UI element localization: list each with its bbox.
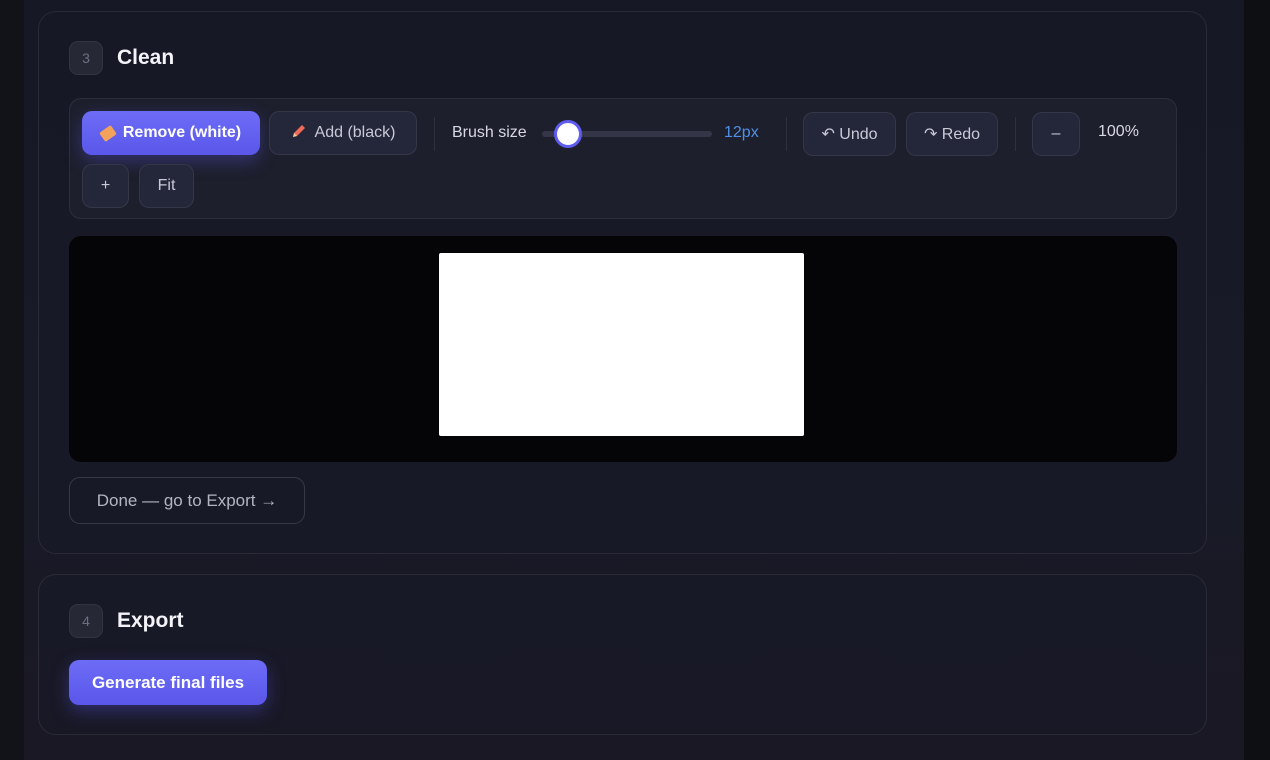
step-number-badge: 3 — [69, 41, 103, 75]
clean-toolbar: Remove (white) Add (black) Brush size 12… — [69, 98, 1177, 219]
brush-size-slider-thumb[interactable] — [553, 120, 582, 148]
step-title: Export — [117, 609, 184, 632]
zoom-out-button[interactable]: – — [1032, 112, 1080, 156]
undo-button[interactable]: ↶ Undo — [803, 112, 896, 156]
step-title: Clean — [117, 46, 175, 69]
generate-final-files-button[interactable]: Generate final files — [69, 660, 267, 705]
export-step-header: 4 Export — [69, 604, 184, 638]
redo-button[interactable]: ↷ Redo — [906, 112, 998, 156]
step-number-badge: 4 — [69, 604, 103, 638]
mask-image — [439, 253, 804, 436]
done-go-to-export-button[interactable]: Done — go to Export → — [69, 477, 305, 524]
toolbar-divider — [434, 117, 435, 151]
export-step-card: 4 Export Generate final files — [38, 574, 1207, 735]
clean-step-header: 3 Clean — [69, 41, 174, 75]
mask-canvas[interactable] — [69, 236, 1177, 462]
brush-size-label: Brush size — [452, 124, 527, 141]
toolbar-divider — [786, 117, 787, 151]
toolbar-divider — [1015, 117, 1016, 151]
clean-step-card: 3 Clean Remove (white) Add (black) Brush… — [38, 11, 1207, 554]
add-black-label: Add (black) — [314, 124, 396, 141]
fit-button[interactable]: Fit — [139, 164, 194, 208]
pencil-icon — [291, 123, 307, 144]
zoom-level: 100% — [1098, 123, 1139, 140]
remove-white-label: Remove (white) — [122, 124, 242, 141]
remove-white-button[interactable]: Remove (white) — [82, 111, 260, 155]
eraser-icon — [98, 124, 117, 142]
brush-size-value: 12px — [724, 124, 759, 141]
zoom-in-button[interactable]: + — [82, 164, 129, 208]
right-gutter — [1244, 0, 1270, 760]
add-black-button[interactable]: Add (black) — [269, 111, 417, 155]
